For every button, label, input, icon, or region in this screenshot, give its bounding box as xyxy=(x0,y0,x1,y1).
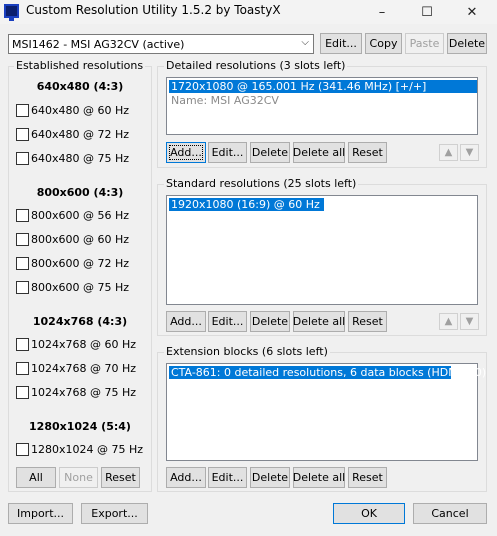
checkbox-box[interactable] xyxy=(16,104,29,117)
ok-button[interactable]: OK xyxy=(333,503,405,524)
checkbox-800x600-56[interactable]: 800x600 @ 56 Hz xyxy=(16,209,129,222)
detailed-reset-button[interactable]: Reset xyxy=(348,142,387,163)
checkbox-640x480-72[interactable]: 640x480 @ 72 Hz xyxy=(16,128,129,141)
import-button[interactable]: Import... xyxy=(8,503,73,524)
checkbox-label: 1024x768 @ 60 Hz xyxy=(31,338,137,351)
arrow-up-icon: ▲ xyxy=(444,316,453,327)
standard-delete-all-button[interactable]: Delete all xyxy=(293,311,345,332)
checkbox-label: 1280x1024 @ 75 Hz xyxy=(31,443,144,456)
extension-reset-button[interactable]: Reset xyxy=(348,467,387,488)
checkbox-800x600-75[interactable]: 800x600 @ 75 Hz xyxy=(16,281,129,294)
detailed-add-button[interactable]: Add... xyxy=(166,142,206,163)
checkbox-800x600-60[interactable]: 800x600 @ 60 Hz xyxy=(16,233,129,246)
detailed-edit-button[interactable]: Edit... xyxy=(208,142,247,163)
window-title: Custom Resolution Utility 1.5.2 by Toast… xyxy=(26,3,281,17)
checkbox-label: 640x480 @ 75 Hz xyxy=(31,152,130,165)
detailed-delete-button[interactable]: Delete xyxy=(250,142,290,163)
monitor-select[interactable]: MSI1462 - MSI AG32CV (active) ⌵ xyxy=(8,34,314,54)
monitor-paste-button[interactable]: Paste xyxy=(405,33,444,54)
chevron-down-icon: ⌵ xyxy=(301,37,309,48)
checkbox-box[interactable] xyxy=(16,281,29,294)
standard-reset-button[interactable]: Reset xyxy=(348,311,387,332)
extension-edit-button[interactable]: Edit... xyxy=(208,467,247,488)
checkbox-1024x768-70[interactable]: 1024x768 @ 70 Hz xyxy=(16,362,136,375)
extension-add-button[interactable]: Add... xyxy=(166,467,206,488)
standard-list[interactable]: 1920x1080 (16:9) @ 60 Hz xyxy=(166,195,478,305)
checkbox-label: 1024x768 @ 75 Hz xyxy=(31,386,137,399)
checkbox-1024x768-75[interactable]: 1024x768 @ 75 Hz xyxy=(16,386,136,399)
established-none-button[interactable]: None xyxy=(59,467,98,488)
standard-delete-button[interactable]: Delete xyxy=(250,311,290,332)
extension-delete-button[interactable]: Delete xyxy=(250,467,290,488)
detailed-list-item[interactable]: 1720x1080 @ 165.001 Hz (341.46 MHz) [+/+… xyxy=(169,80,477,93)
checkbox-box[interactable] xyxy=(16,257,29,270)
detailed-list[interactable]: 1720x1080 @ 165.001 Hz (341.46 MHz) [+/+… xyxy=(166,77,478,135)
standard-list-item[interactable]: 1920x1080 (16:9) @ 60 Hz xyxy=(169,198,324,211)
checkbox-label: 800x600 @ 75 Hz xyxy=(31,281,130,294)
checkbox-box[interactable] xyxy=(16,152,29,165)
established-title: Established resolutions xyxy=(14,59,146,72)
checkbox-1280x1024-75[interactable]: 1280x1024 @ 75 Hz xyxy=(16,443,143,456)
standard-move-down-button[interactable]: ▼ xyxy=(460,313,479,330)
checkbox-label: 800x600 @ 60 Hz xyxy=(31,233,130,246)
est-header-1024x768: 1024x768 (4:3) xyxy=(32,315,128,328)
maximize-button[interactable]: ☐ xyxy=(404,0,450,24)
established-reset-button[interactable]: Reset xyxy=(101,467,140,488)
monitor-edit-button[interactable]: Edit... xyxy=(320,33,362,54)
detailed-move-up-button[interactable]: ▲ xyxy=(439,144,458,161)
checkbox-1024x768-60[interactable]: 1024x768 @ 60 Hz xyxy=(16,338,136,351)
est-header-1280x1024: 1280x1024 (5:4) xyxy=(29,420,131,433)
extension-delete-all-button[interactable]: Delete all xyxy=(293,467,345,488)
detailed-title: Detailed resolutions (3 slots left) xyxy=(164,59,348,72)
est-header-800x600: 800x600 (4:3) xyxy=(36,186,124,199)
extension-list-item[interactable]: CTA-861: 0 detailed resolutions, 6 data … xyxy=(169,366,486,379)
title-bar: Custom Resolution Utility 1.5.2 by Toast… xyxy=(0,0,497,24)
established-all-button[interactable]: All xyxy=(16,467,56,488)
standard-add-button[interactable]: Add... xyxy=(166,311,206,332)
minimize-button[interactable]: – xyxy=(359,0,405,24)
checkbox-box[interactable] xyxy=(16,362,29,375)
checkbox-box[interactable] xyxy=(16,128,29,141)
arrow-down-icon: ▼ xyxy=(465,316,474,327)
cancel-button[interactable]: Cancel xyxy=(413,503,487,524)
monitor-copy-button[interactable]: Copy xyxy=(365,33,402,54)
arrow-down-icon: ▼ xyxy=(465,147,474,158)
arrow-up-icon: ▲ xyxy=(444,147,453,158)
checkbox-label: 1024x768 @ 70 Hz xyxy=(31,362,137,375)
checkbox-box[interactable] xyxy=(16,443,29,456)
close-button[interactable]: ✕ xyxy=(449,0,495,24)
est-header-640x480: 640x480 (4:3) xyxy=(36,80,124,93)
monitor-delete-button[interactable]: Delete xyxy=(447,33,487,54)
checkbox-label: 800x600 @ 72 Hz xyxy=(31,257,130,270)
checkbox-640x480-60[interactable]: 640x480 @ 60 Hz xyxy=(16,104,129,117)
checkbox-box[interactable] xyxy=(16,338,29,351)
checkbox-label: 640x480 @ 60 Hz xyxy=(31,104,130,117)
checkbox-640x480-75[interactable]: 640x480 @ 75 Hz xyxy=(16,152,129,165)
checkbox-box[interactable] xyxy=(16,386,29,399)
checkbox-800x600-72[interactable]: 800x600 @ 72 Hz xyxy=(16,257,129,270)
monitor-select-value: MSI1462 - MSI AG32CV (active) xyxy=(12,38,185,51)
extension-list[interactable]: CTA-861: 0 detailed resolutions, 6 data … xyxy=(166,363,486,461)
standard-move-up-button[interactable]: ▲ xyxy=(439,313,458,330)
detailed-delete-all-button[interactable]: Delete all xyxy=(293,142,345,163)
standard-edit-button[interactable]: Edit... xyxy=(208,311,247,332)
extension-title: Extension blocks (6 slots left) xyxy=(164,345,330,358)
monitor-icon xyxy=(4,4,19,21)
detailed-move-down-button[interactable]: ▼ xyxy=(460,144,479,161)
standard-title: Standard resolutions (25 slots left) xyxy=(164,177,359,190)
checkbox-box[interactable] xyxy=(16,209,29,222)
checkbox-label: 800x600 @ 56 Hz xyxy=(31,209,130,222)
checkbox-box[interactable] xyxy=(16,233,29,246)
detailed-name-label: Name: MSI AG32CV xyxy=(171,94,279,107)
checkbox-label: 640x480 @ 72 Hz xyxy=(31,128,130,141)
export-button[interactable]: Export... xyxy=(81,503,148,524)
